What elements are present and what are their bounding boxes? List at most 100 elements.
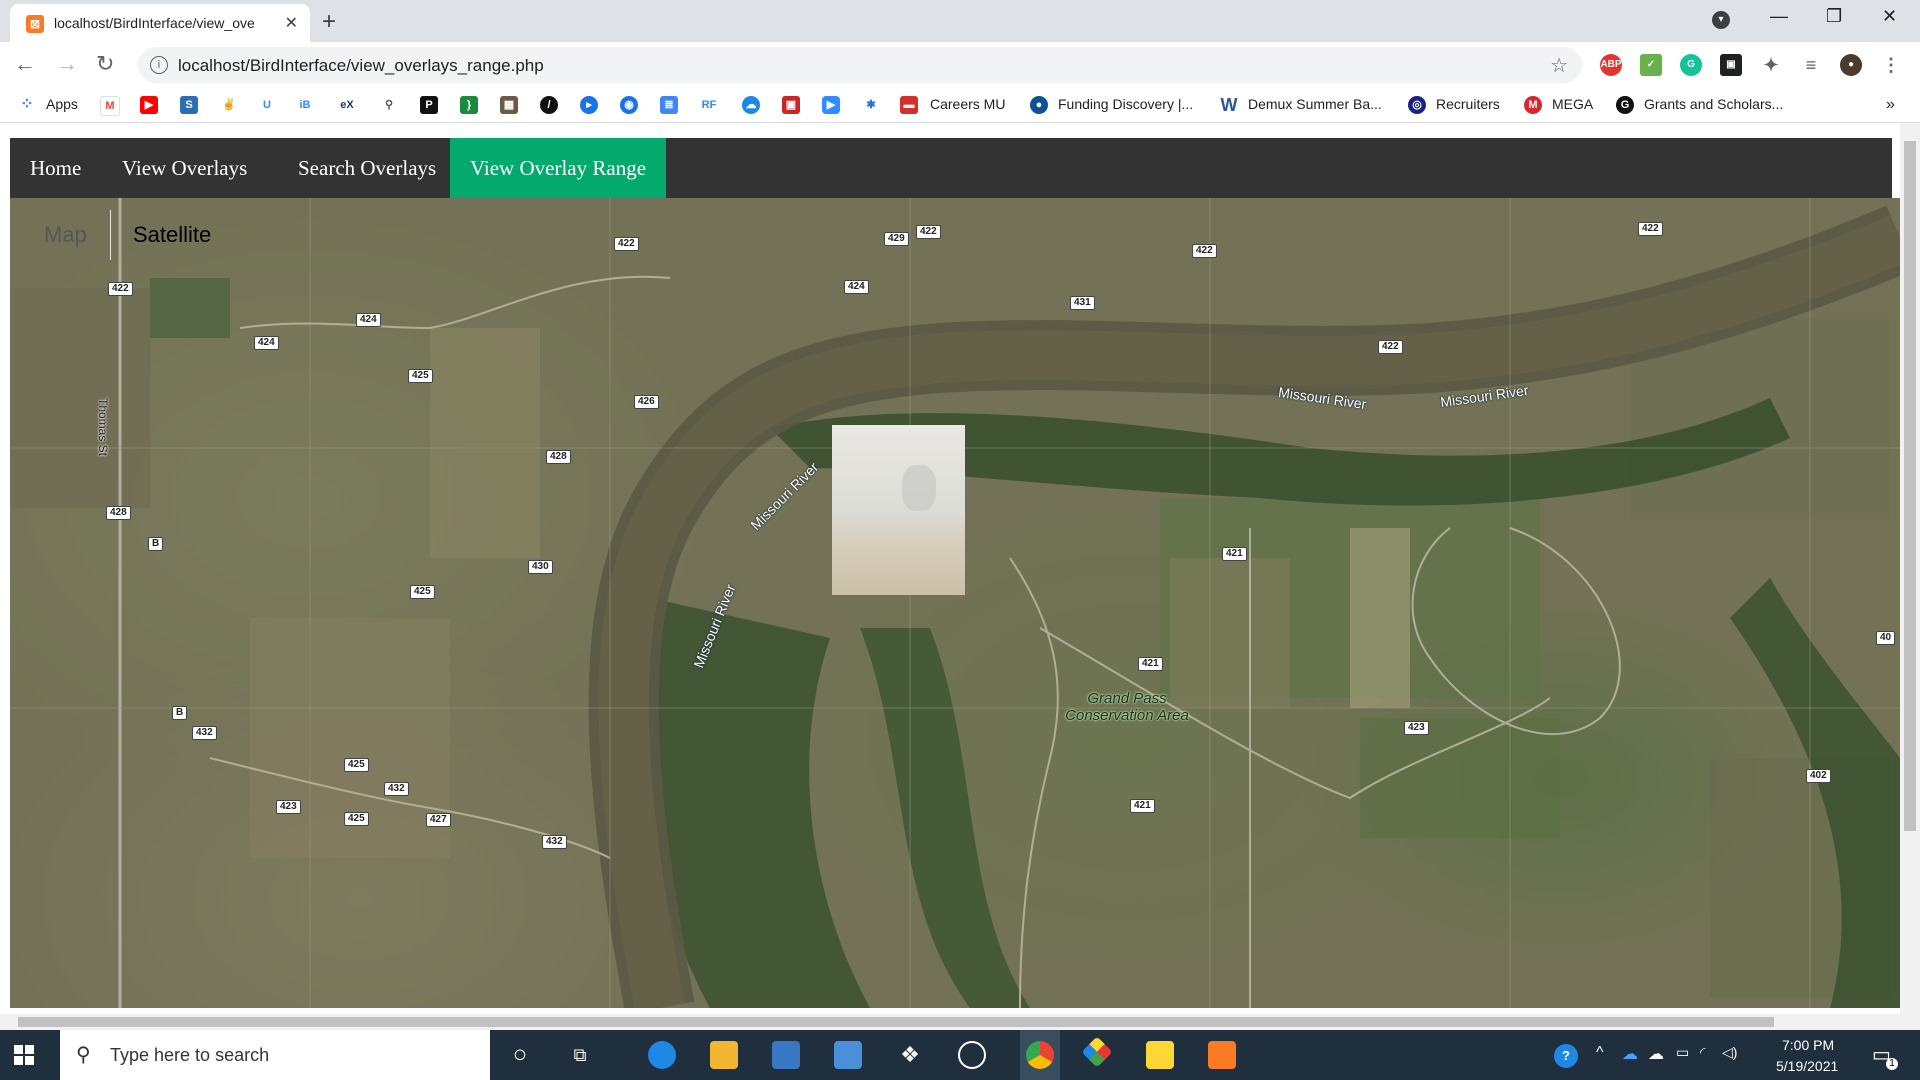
reload-icon[interactable]: ↻ — [96, 51, 114, 77]
sticky-notes-icon[interactable] — [1146, 1041, 1174, 1069]
chrome-taskbar-button[interactable] — [1020, 1030, 1060, 1080]
grammarly-icon[interactable]: G — [1680, 54, 1702, 76]
extensions-puzzle-icon[interactable]: ✦ — [1760, 54, 1782, 76]
onedrive-personal-icon[interactable]: ☁ — [1648, 1044, 1664, 1064]
nav-search-overlays[interactable]: Search Overlays — [278, 138, 456, 198]
git-kraken-icon[interactable] — [1081, 1036, 1113, 1068]
back-icon[interactable]: ← — [14, 51, 36, 77]
bookmark-recruiters[interactable]: Recruiters — [1436, 96, 1500, 112]
task-view-icon[interactable]: ⧉ — [566, 1041, 594, 1069]
funding-discovery-icon[interactable]: ● — [1030, 96, 1048, 114]
restore-icon[interactable]: ❐ — [1826, 6, 1842, 27]
address-bar[interactable]: i localhost/BirdInterface/view_overlays_… — [138, 47, 1582, 83]
browser-tab[interactable]: ⊠ localhost/BirdInterface/view_ove ✕ — [10, 4, 310, 42]
bookmark-s-icon[interactable]: S — [180, 96, 198, 114]
horizontal-scrollbar[interactable] — [0, 1014, 1920, 1030]
route-shield: 428 — [546, 450, 571, 464]
more-bookmarks-icon[interactable]: » — [1886, 96, 1895, 114]
bookmark-ib-icon[interactable]: iB — [296, 96, 314, 114]
volume-icon[interactable]: ◁) — [1722, 1044, 1737, 1061]
clock-time[interactable]: 7:00 PM — [1782, 1037, 1834, 1053]
xampp-icon[interactable] — [1208, 1041, 1236, 1069]
forward-icon[interactable]: → — [56, 51, 78, 77]
windows-start-icon[interactable] — [14, 1045, 34, 1065]
chrome-menu-icon[interactable]: ⋮ — [1880, 54, 1902, 76]
careers-mu-icon[interactable]: ▬ — [900, 96, 918, 114]
route-shield: 429 — [884, 232, 909, 246]
bookmark-star-icon[interactable]: ☆ — [1550, 53, 1568, 78]
bookmark-slash-icon[interactable]: / — [540, 96, 558, 114]
bookmark-photo-icon[interactable]: ▦ — [500, 96, 518, 114]
cortana-icon[interactable]: ○ — [506, 1041, 534, 1069]
gmail-icon[interactable]: M — [100, 96, 120, 116]
satellite-map[interactable]: Map Satellite Thomas St Missouri River M… — [10, 198, 1900, 1008]
apps-grid-icon[interactable]: ⁘ — [18, 96, 36, 114]
nav-home[interactable]: Home — [10, 138, 101, 198]
demux-w-icon[interactable]: W — [1220, 96, 1238, 114]
extension-inbox-icon[interactable]: ✓ — [1640, 54, 1662, 76]
bookmark-demux[interactable]: Demux Summer Ba... — [1248, 96, 1382, 112]
horizontal-scroll-thumb[interactable] — [18, 1017, 1774, 1027]
bookmark-cloud-icon[interactable]: ☁ — [742, 96, 760, 114]
window-close-icon[interactable]: ✕ — [1882, 6, 1897, 27]
minimize-icon[interactable]: — — [1770, 6, 1788, 27]
bookmark-rf-icon[interactable]: RF — [700, 96, 718, 114]
battery-icon[interactable]: ▭ — [1676, 1044, 1689, 1061]
onedrive-icon[interactable]: ☁ — [1622, 1044, 1638, 1064]
help-icon[interactable]: ? — [1554, 1044, 1578, 1068]
chrome-icon — [1026, 1041, 1054, 1069]
bookmark-funding-discovery[interactable]: Funding Discovery |... — [1058, 96, 1193, 112]
bookmark-green-icon[interactable]: } — [460, 96, 478, 114]
map-type-map-button[interactable]: Map — [22, 210, 109, 260]
taskbar-search-box[interactable]: ⚲ Type here to search — [60, 1030, 490, 1080]
wifi-icon[interactable]: ◜ — [1700, 1044, 1705, 1061]
bird-overlay-image[interactable] — [832, 425, 965, 595]
url-text[interactable]: localhost/BirdInterface/view_overlays_ra… — [178, 56, 544, 76]
zoom-icon[interactable]: ▶ — [822, 96, 840, 114]
youtube-icon[interactable]: ▶ — [140, 96, 158, 114]
bookmark-u-icon[interactable]: U — [258, 96, 276, 114]
bookmark-star-shape-icon[interactable]: ✱ — [862, 96, 880, 114]
edge-icon[interactable] — [648, 1041, 676, 1069]
mega-icon[interactable]: M — [1524, 96, 1542, 114]
show-hidden-icons-icon[interactable]: ^ — [1596, 1044, 1604, 1062]
google-docs-icon[interactable]: ≣ — [660, 96, 678, 114]
tab-search-icon[interactable]: ▾ — [1712, 11, 1730, 29]
site-info-icon[interactable]: i — [150, 56, 168, 74]
bookmark-careers-mu[interactable]: Careers MU — [930, 96, 1005, 112]
recruiters-icon[interactable]: ◎ — [1408, 96, 1426, 114]
bookmark-circle-icon[interactable]: ◉ — [620, 96, 638, 114]
bookmark-bike-icon[interactable]: ⚲ — [380, 96, 398, 114]
dropbox-icon[interactable]: ❖ — [896, 1041, 924, 1069]
app-circle-icon[interactable] — [958, 1041, 986, 1069]
map-type-satellite-button[interactable]: Satellite — [110, 210, 233, 260]
bookmark-mega[interactable]: MEGA — [1552, 96, 1593, 112]
bookmark-peace-icon[interactable]: ✌ — [220, 96, 238, 114]
bookmark-red-icon[interactable]: ▣ — [782, 96, 800, 114]
bookmark-play-icon[interactable]: ▸ — [580, 96, 598, 114]
bookmark-edx-icon[interactable]: eX — [338, 96, 356, 114]
route-shield: 422 — [916, 225, 941, 239]
bookmark-p-icon[interactable]: P — [420, 96, 438, 114]
nav-view-overlays[interactable]: View Overlays — [102, 138, 267, 198]
vertical-scrollbar[interactable] — [1900, 123, 1920, 1014]
clock-date[interactable]: 5/19/2021 — [1776, 1058, 1838, 1074]
new-tab-icon[interactable]: + — [322, 8, 336, 36]
route-shield: 422 — [1378, 340, 1403, 354]
nav-view-overlay-range[interactable]: View Overlay Range — [450, 138, 667, 198]
picture-in-picture-icon[interactable]: ▣ — [1720, 54, 1742, 76]
tab-title: localhost/BirdInterface/view_ove — [54, 15, 255, 31]
route-shield: 424 — [254, 336, 279, 350]
microsoft-store-icon[interactable] — [772, 1041, 800, 1069]
adblock-plus-icon[interactable]: ABP — [1600, 54, 1622, 76]
bookmark-grants[interactable]: Grants and Scholars... — [1644, 96, 1783, 112]
vertical-scroll-thumb[interactable] — [1904, 141, 1916, 831]
reading-list-icon[interactable]: ≡ — [1800, 54, 1822, 76]
bookmark-apps[interactable]: Apps — [46, 96, 78, 112]
file-explorer-icon[interactable] — [710, 1041, 738, 1069]
profile-avatar[interactable]: ● — [1840, 54, 1862, 76]
mail-icon[interactable] — [834, 1041, 862, 1069]
close-tab-icon[interactable]: ✕ — [285, 13, 298, 33]
grants-g-icon[interactable]: G — [1616, 96, 1634, 114]
route-shield: 422 — [108, 282, 133, 296]
